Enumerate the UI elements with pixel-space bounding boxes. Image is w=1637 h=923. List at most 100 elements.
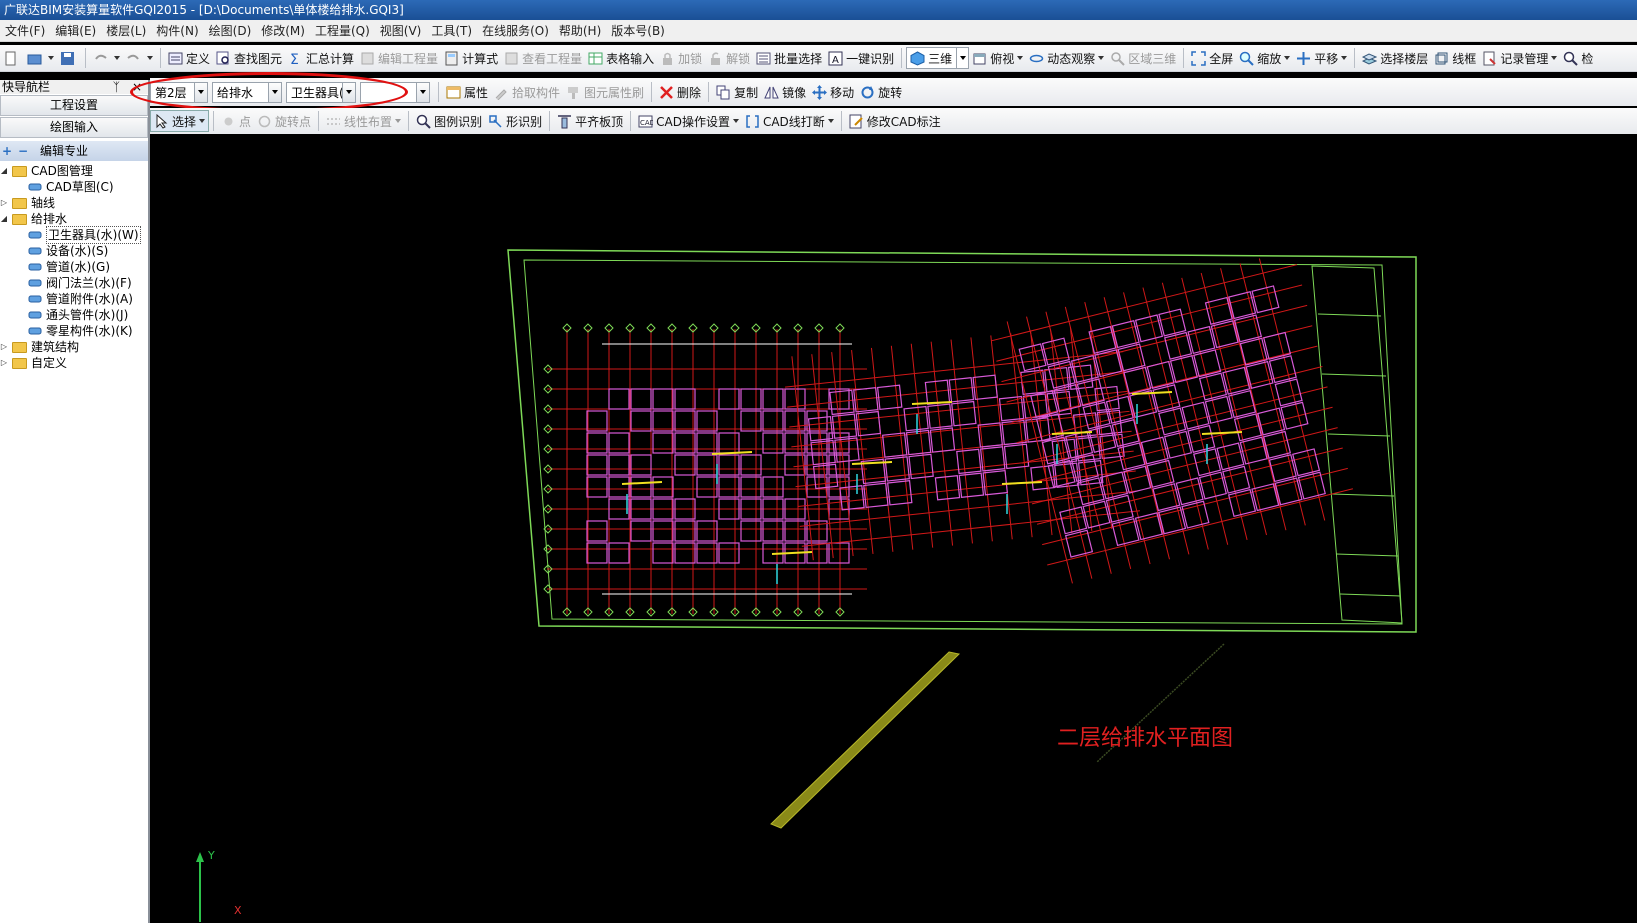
zoom-button[interactable]: 缩放 xyxy=(1236,47,1293,69)
plus-icon[interactable]: + xyxy=(2,141,12,161)
floor-select[interactable]: 第2层 xyxy=(150,81,208,103)
copy-button[interactable]: 复制 xyxy=(713,81,761,103)
flush-top-icon xyxy=(557,114,572,129)
one-click-recognize-button[interactable]: A 一键识别 xyxy=(825,47,897,69)
tree-item[interactable]: ◢ 给排水 xyxy=(0,211,148,227)
save-button[interactable] xyxy=(57,47,81,69)
find-element-button[interactable]: 查找图元 xyxy=(213,47,285,69)
move-button[interactable]: 移动 xyxy=(809,81,857,103)
menu-view[interactable]: 视图(V) xyxy=(375,20,427,42)
collapsed-arrow-icon[interactable]: ▷ xyxy=(0,355,8,371)
tree-item[interactable]: ▷ 自定义 xyxy=(0,355,148,371)
menu-modify[interactable]: 修改(M) xyxy=(256,20,310,42)
cad-break-button[interactable]: CAD线打断 xyxy=(742,110,837,132)
rotate-button[interactable]: 旋转 xyxy=(857,81,905,103)
element-brush-button[interactable]: 图元属性刷 xyxy=(563,81,647,103)
menu-edit[interactable]: 编辑(E) xyxy=(50,20,101,42)
legend-recognize-button[interactable]: 图例识别 xyxy=(413,110,485,132)
lock-button[interactable]: 加锁 xyxy=(657,47,705,69)
collapsed-arrow-icon[interactable]: ▷ xyxy=(0,339,8,355)
expanded-arrow-icon[interactable]: ◢ xyxy=(0,211,8,227)
tree-item[interactable]: 阀门法兰(水)(F) xyxy=(0,275,148,291)
check-button[interactable]: 检 xyxy=(1560,47,1596,69)
pan-button[interactable]: 平移 xyxy=(1293,47,1350,69)
tree-item[interactable]: ▷ 轴线 xyxy=(0,195,148,211)
redo-button[interactable] xyxy=(123,47,156,69)
define-button[interactable]: 定义 xyxy=(165,47,213,69)
tree-item[interactable]: 管道附件(水)(A) xyxy=(0,291,148,307)
menu-tools[interactable]: 工具(T) xyxy=(426,20,477,42)
flush-top-button[interactable]: 平齐板顶 xyxy=(554,110,626,132)
tree-item[interactable]: ◢ CAD图管理 xyxy=(0,163,148,179)
view-quantity-button[interactable]: 查看工程量 xyxy=(501,47,585,69)
floor-dropdown-icon[interactable] xyxy=(194,82,207,102)
tree-item[interactable]: 通头管件(水)(J) xyxy=(0,307,148,323)
menu-component[interactable]: 构件(N) xyxy=(151,20,203,42)
undo-button[interactable] xyxy=(90,47,123,69)
pick-component-button[interactable]: 拾取构件 xyxy=(491,81,563,103)
fullscreen-button[interactable]: 全屏 xyxy=(1188,47,1236,69)
menu-help[interactable]: 帮助(H) xyxy=(554,20,606,42)
record-mgmt-button[interactable]: 记录管理 xyxy=(1479,47,1560,69)
new-file-button[interactable] xyxy=(0,47,24,69)
folder-icon xyxy=(12,213,27,225)
sum-calc-button[interactable]: Σ 汇总计算 xyxy=(285,47,357,69)
dynamic-observe-button[interactable]: 动态观察 xyxy=(1026,47,1107,69)
grid-line xyxy=(890,345,914,550)
tree-item[interactable]: 设备(水)(S) xyxy=(0,243,148,259)
tree-item[interactable]: ▷ 建筑结构 xyxy=(0,339,148,355)
cad-settings-button[interactable]: CAD CAD操作设置 xyxy=(635,110,742,132)
cad-room xyxy=(608,454,630,476)
view-3d-combo[interactable]: 三维 xyxy=(906,47,970,69)
shape-recognize-button[interactable]: 形识别 xyxy=(485,110,545,132)
delete-icon xyxy=(659,85,674,100)
menu-quantity[interactable]: 工程量(Q) xyxy=(310,20,375,42)
top-view-button[interactable]: 俯视 xyxy=(969,47,1026,69)
table-input-button[interactable]: 表格输入 xyxy=(585,47,657,69)
component-type-dropdown-icon[interactable] xyxy=(342,82,355,102)
edit-quantity-button[interactable]: 编辑工程量 xyxy=(357,47,441,69)
close-icon[interactable]: × xyxy=(132,80,142,94)
menu-file[interactable]: 文件(F) xyxy=(0,20,50,42)
menu-version[interactable]: 版本号(B) xyxy=(606,20,670,42)
menu-online[interactable]: 在线服务(O) xyxy=(477,20,554,42)
open-file-button[interactable] xyxy=(24,47,57,69)
drawing-canvas[interactable]: 二层给排水平面图 Y X xyxy=(152,134,1637,923)
batch-select-button[interactable]: 批量选择 xyxy=(753,47,825,69)
modify-cad-label-button[interactable]: 修改CAD标注 xyxy=(846,110,944,132)
svg-text:A: A xyxy=(832,55,839,66)
menu-draw[interactable]: 绘图(D) xyxy=(204,20,257,42)
tree-item[interactable]: 管道(水)(G) xyxy=(0,259,148,275)
tree-item[interactable]: 卫生器具(水)(W) xyxy=(0,226,148,244)
collapsed-arrow-icon[interactable]: ▷ xyxy=(0,195,8,211)
area-3d-button[interactable]: 区域三维 xyxy=(1107,47,1179,69)
menu-floor[interactable]: 楼层(L) xyxy=(101,20,151,42)
minus-icon[interactable]: − xyxy=(18,141,28,161)
tree-item[interactable]: 零星构件(水)(K) xyxy=(0,323,148,339)
expanded-arrow-icon[interactable]: ◢ xyxy=(0,163,8,179)
linear-layout-button[interactable]: 线性布置 xyxy=(323,110,404,132)
component-dropdown-icon[interactable] xyxy=(416,82,429,102)
project-settings-button[interactable]: 工程设置 xyxy=(0,95,148,116)
component-select[interactable] xyxy=(360,81,430,103)
top-view-icon xyxy=(972,51,987,66)
properties-button[interactable]: 属性 xyxy=(443,81,491,103)
formula-button[interactable]: 计算式 xyxy=(441,47,501,69)
edit-discipline-bar[interactable]: + − 编辑专业 xyxy=(0,141,148,161)
select-floor-button[interactable]: 选择楼层 xyxy=(1359,47,1431,69)
component-type-select[interactable]: 卫生器具( xyxy=(286,81,356,103)
rotate-point-button[interactable]: 旋转点 xyxy=(254,110,314,132)
point-button[interactable]: 点 xyxy=(218,110,254,132)
select-button[interactable]: 选择 xyxy=(150,110,210,132)
pin-icon[interactable]: ᛉ xyxy=(113,80,120,94)
wireframe-button[interactable]: 线框 xyxy=(1431,47,1479,69)
cad-room xyxy=(1262,331,1292,360)
drawing-input-button[interactable]: 绘图输入 xyxy=(0,117,148,138)
cad-room xyxy=(630,476,652,498)
delete-button[interactable]: 删除 xyxy=(656,81,704,103)
discipline-select[interactable]: 给排水 xyxy=(212,81,282,103)
tree-item[interactable]: CAD草图(C) xyxy=(0,179,148,195)
unlock-button[interactable]: 解锁 xyxy=(705,47,753,69)
discipline-dropdown-icon[interactable] xyxy=(268,82,281,102)
mirror-button[interactable]: 镜像 xyxy=(761,81,809,103)
